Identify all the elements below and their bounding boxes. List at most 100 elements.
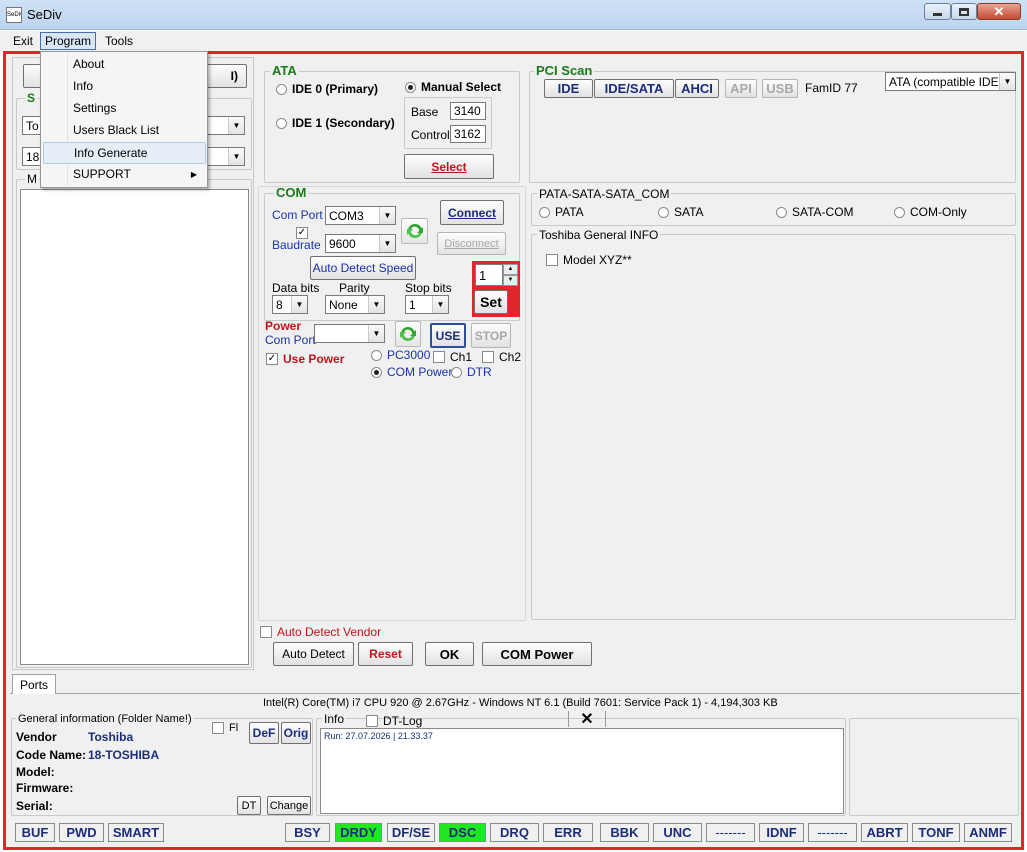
select-button-label: Select xyxy=(431,159,467,174)
status-tonf: TONF xyxy=(912,823,960,842)
auto-detect-vendor-checkbox[interactable]: Auto Detect Vendor xyxy=(260,625,381,639)
status-tk0nf: ------- xyxy=(706,823,755,842)
pata-radio[interactable]: PATA xyxy=(539,205,584,219)
menu-bar: Exit Program Tools xyxy=(0,31,1027,51)
reset-button[interactable]: Reset xyxy=(358,642,413,666)
chevron-right-icon: ▶ xyxy=(190,169,197,179)
toshiba-group xyxy=(531,234,1016,620)
status-anmf: ANMF xyxy=(964,823,1012,842)
com-power-button[interactable]: COM Power xyxy=(482,642,592,666)
model-label: Model: xyxy=(16,765,55,779)
radio-icon xyxy=(658,206,669,218)
menu-item-support[interactable]: SUPPORT ▶ xyxy=(41,163,207,185)
auto-detect-vendor-label: Auto Detect Vendor xyxy=(277,625,382,639)
sata-com-radio[interactable]: SATA-COM xyxy=(776,205,854,219)
general-info-title: General information (Folder Name!) xyxy=(16,713,194,725)
dtlog-checkbox[interactable]: DT-Log xyxy=(366,714,422,728)
close-icon: ✕ xyxy=(580,711,594,728)
dt-button[interactable]: DT xyxy=(237,796,261,815)
status-unc: UNC xyxy=(653,823,702,842)
window-title: SeDiv xyxy=(27,7,62,22)
control-input[interactable]: 3162 xyxy=(450,125,486,143)
radio-icon xyxy=(776,206,787,218)
minimize-icon xyxy=(933,13,942,16)
sata-radio[interactable]: SATA xyxy=(658,205,704,219)
base-input[interactable]: 3140 xyxy=(450,102,486,120)
orig-button[interactable]: Orig xyxy=(281,722,311,744)
status-dfse: DF/SE xyxy=(387,823,435,842)
system-info: Intel(R) Core(TM) i7 CPU 920 @ 2.67GHz -… xyxy=(263,697,778,709)
base-label: Base xyxy=(411,105,439,119)
pci-api-button[interactable]: API xyxy=(725,79,757,98)
clear-log-button[interactable]: ✕ xyxy=(568,711,606,728)
vendor-value: Toshiba xyxy=(88,730,134,744)
close-button[interactable]: ✕ xyxy=(977,3,1021,20)
def-button[interactable]: DeF xyxy=(249,722,279,744)
pci-device-value: ATA (compatible IDE) xyxy=(889,74,1003,89)
status-amnf-dash: ------- xyxy=(808,823,857,842)
status-dsc: DSC xyxy=(439,823,486,842)
manual-select-radio[interactable]: Manual Select xyxy=(405,80,501,94)
ok-button[interactable]: OK xyxy=(425,642,474,666)
pci-ide-button[interactable]: IDE xyxy=(544,79,593,98)
ata-title: ATA xyxy=(270,63,299,78)
fl-checkbox[interactable]: Fl xyxy=(212,722,238,734)
code-name-value: 18-TOSHIBA xyxy=(88,748,160,762)
menu-exit[interactable]: Exit xyxy=(13,34,33,48)
radio-icon xyxy=(276,83,287,95)
manual-select-label: Manual Select xyxy=(421,80,502,94)
pci-idesata-button[interactable]: IDE/SATA xyxy=(594,79,674,98)
info-log-line: Run: 27.07.2026 | 21.33.37 xyxy=(324,731,433,741)
com-only-radio[interactable]: COM-Only xyxy=(894,205,967,219)
title-bar: SeDiv SeDiv ✕ xyxy=(0,0,1027,30)
maximize-icon xyxy=(959,7,969,16)
com-only-label: COM-Only xyxy=(910,205,967,219)
status-bsy: BSY xyxy=(285,823,330,842)
code-name-label: Code Name: xyxy=(16,748,87,762)
ide0-label: IDE 0 (Primary) xyxy=(292,82,379,96)
famid-label: FamID 77 xyxy=(805,81,858,95)
menu-item-settings[interactable]: Settings xyxy=(41,97,207,119)
radio-icon xyxy=(276,117,287,129)
menu-tools[interactable]: Tools xyxy=(105,34,133,48)
firmware-label: Firmware: xyxy=(16,781,74,795)
minimize-button[interactable] xyxy=(924,3,951,20)
models-list[interactable] xyxy=(20,189,249,665)
menu-item-users-black-list[interactable]: Users Black List xyxy=(41,119,207,141)
fl-label: Fl xyxy=(229,722,239,734)
info-log[interactable]: Run: 27.07.2026 | 21.33.37 xyxy=(320,728,844,814)
menu-item-info[interactable]: Info xyxy=(41,75,207,97)
status-smart: SMART xyxy=(108,823,164,842)
tab-ports[interactable]: Ports xyxy=(12,674,56,694)
maximize-button[interactable] xyxy=(951,3,977,20)
dtlog-label: DT-Log xyxy=(383,714,423,728)
pci-usb-button[interactable]: USB xyxy=(762,79,798,98)
chevron-down-icon: ▼ xyxy=(228,117,244,134)
status-buf: BUF xyxy=(15,823,55,842)
checkbox-icon xyxy=(366,715,378,727)
center-panel xyxy=(258,186,526,621)
extra-panel xyxy=(849,718,1019,816)
chevron-down-icon: ▼ xyxy=(999,73,1015,90)
menu-program[interactable]: Program xyxy=(40,32,97,50)
select-button[interactable]: Select xyxy=(404,154,494,179)
model-xyz-label: Model XYZ** xyxy=(563,253,632,267)
family-combo-value: 18 xyxy=(26,149,40,164)
model-xyz-checkbox[interactable]: Model XYZ** xyxy=(546,253,632,267)
ide0-radio[interactable]: IDE 0 (Primary) xyxy=(276,82,378,96)
menu-item-about[interactable]: About xyxy=(41,53,207,75)
change-button[interactable]: Change xyxy=(267,796,311,815)
menu-item-support-label: SUPPORT xyxy=(73,167,131,181)
left-top-button-label: I) xyxy=(230,69,238,83)
radio-icon xyxy=(405,81,416,93)
vendor-combo-value: To xyxy=(26,118,39,133)
pci-device-combo[interactable]: ATA (compatible IDE) ▼ xyxy=(885,72,1016,91)
pci-ahci-button[interactable]: AHCI xyxy=(675,79,719,98)
chevron-down-icon: ▼ xyxy=(228,148,244,165)
status-err: ERR xyxy=(543,823,593,842)
menu-item-info-generate[interactable]: Info Generate xyxy=(43,142,206,164)
info-title: Info xyxy=(322,712,347,726)
auto-detect-button[interactable]: Auto Detect xyxy=(273,642,354,666)
ide1-radio[interactable]: IDE 1 (Secondary) xyxy=(276,116,395,130)
sata-label: SATA xyxy=(674,205,704,219)
